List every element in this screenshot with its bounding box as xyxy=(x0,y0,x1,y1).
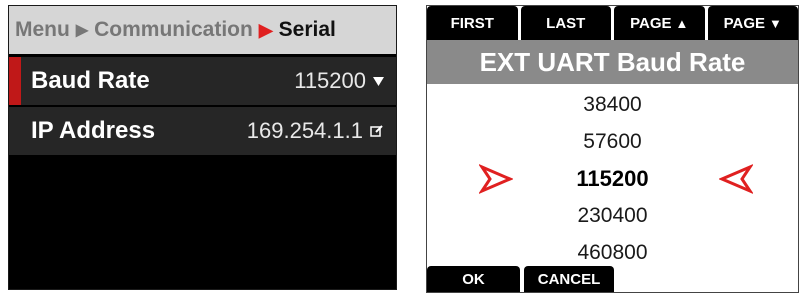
picker-title: EXT UART Baud Rate xyxy=(427,40,798,84)
action-bar: OK CANCEL xyxy=(427,266,798,292)
first-button[interactable]: FIRST xyxy=(427,6,518,40)
breadcrumb-separator-icon: ▶ xyxy=(75,22,89,39)
menu-row-ip-address[interactable]: IP Address 169.254.1.1 xyxy=(9,107,396,155)
selector-arrow-left-icon xyxy=(719,164,753,194)
breadcrumb-menu[interactable]: Menu xyxy=(15,18,70,42)
option-item[interactable]: 57600 xyxy=(427,125,798,159)
breadcrumb-serial: Serial xyxy=(278,18,336,41)
page-down-button[interactable]: PAGE ▼ xyxy=(707,6,798,40)
breadcrumb-separator-icon: ▶ xyxy=(258,19,273,40)
serial-menu-panel: Menu ▶ Communication ▶ Serial Baud Rate … xyxy=(8,5,397,290)
edit-icon[interactable] xyxy=(370,124,384,138)
option-item[interactable]: 38400 xyxy=(427,88,798,122)
ok-button-label: OK xyxy=(462,270,485,288)
breadcrumb-communication[interactable]: Communication xyxy=(94,18,253,42)
menu-row-baud-rate[interactable]: Baud Rate 115200 xyxy=(9,57,396,105)
baud-rate-label: Baud Rate xyxy=(31,67,150,94)
ok-button[interactable]: OK xyxy=(427,266,520,292)
cancel-button[interactable]: CANCEL xyxy=(524,266,614,292)
selector-arrow-right-icon xyxy=(479,164,513,194)
triangle-up-icon: ▲ xyxy=(675,15,689,31)
first-button-label: FIRST xyxy=(450,14,494,32)
option-item[interactable]: 230400 xyxy=(427,199,798,233)
page-up-button[interactable]: PAGE ▲ xyxy=(614,6,705,40)
breadcrumb: Menu ▶ Communication ▶ Serial xyxy=(9,6,396,54)
last-button[interactable]: LAST xyxy=(520,6,611,40)
baud-rate-value: 115200 xyxy=(294,68,366,93)
nav-bar: FIRST LAST PAGE ▲ PAGE ▼ xyxy=(427,6,798,40)
selection-indicator xyxy=(9,57,21,105)
chevron-down-icon[interactable] xyxy=(373,76,384,86)
cancel-button-label: CANCEL xyxy=(537,270,601,288)
ip-address-label: IP Address xyxy=(31,117,156,144)
page-up-label: PAGE xyxy=(630,14,672,32)
ip-address-value: 169.254.1.1 xyxy=(246,118,363,143)
triangle-down-icon: ▼ xyxy=(769,15,782,31)
baud-rate-picker-panel: FIRST LAST PAGE ▲ PAGE ▼ EXT UART Baud R… xyxy=(426,5,799,293)
page-down-label: PAGE xyxy=(723,14,766,32)
option-item[interactable]: 460800 xyxy=(427,236,798,270)
last-button-label: LAST xyxy=(546,14,586,32)
